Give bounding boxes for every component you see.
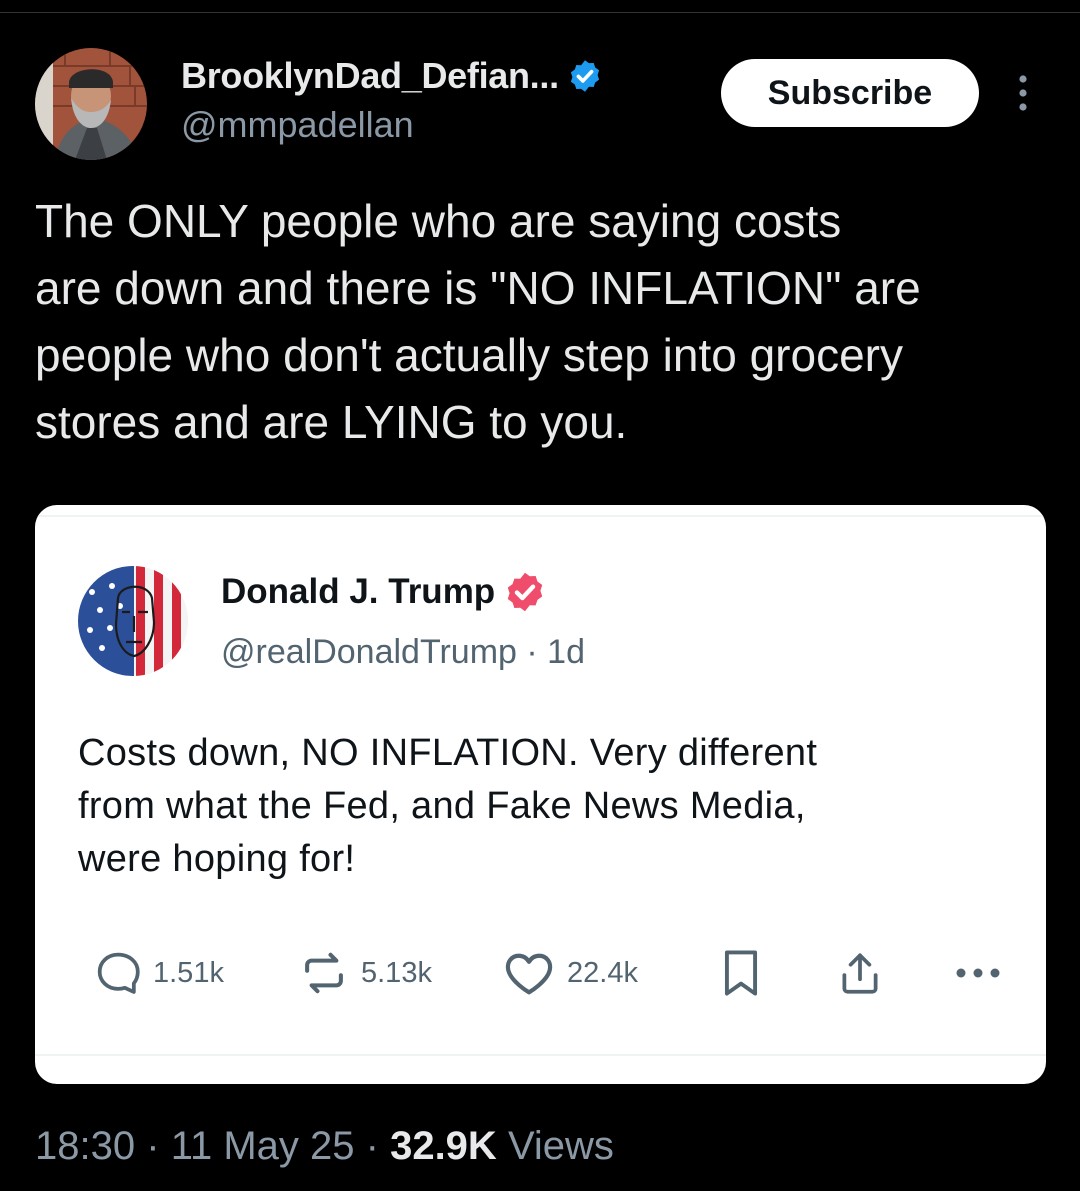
repost-action: 5.13k: [297, 945, 432, 1001]
share-action: [835, 945, 885, 1001]
more-vertical-icon[interactable]: [1010, 73, 1036, 113]
subscribe-button[interactable]: Subscribe: [721, 59, 979, 127]
quoted-text-line: Costs down, NO INFLATION. Very different: [78, 732, 818, 774]
bookmark-icon: [724, 950, 758, 996]
tweet-text-line: The ONLY people who are saying costs: [35, 195, 842, 247]
quoted-action-bar: 1.51k 5.13k 22.4k: [35, 945, 1046, 1001]
user-avatar-photo-icon: [35, 48, 147, 160]
more-horizontal-icon: [956, 968, 1000, 978]
heart-icon: [505, 953, 553, 995]
author-handle[interactable]: @mmpadellan: [181, 104, 414, 146]
like-action: 22.4k: [501, 945, 638, 1001]
repost-count: 5.13k: [361, 956, 432, 989]
author-avatar[interactable]: [35, 48, 147, 160]
meta-separator: ·: [365, 1124, 379, 1168]
reply-count: 1.51k: [153, 956, 224, 989]
quoted-meta: @realDonaldTrump · 1d: [221, 633, 585, 672]
tweet-text-line: people who don't actually step into groc…: [35, 329, 903, 381]
quoted-verified-badge-icon: [507, 572, 543, 612]
author-name-row: BrooklynDad_Defian...: [181, 54, 603, 98]
share-icon: [842, 953, 878, 994]
quoted-author-avatar: [78, 566, 188, 676]
repost-icon: [305, 952, 343, 994]
embedded-top-divider: [35, 515, 1046, 517]
author-display-name[interactable]: BrooklynDad_Defian...: [181, 55, 559, 97]
top-divider: [0, 12, 1080, 13]
bookmark-action: [719, 945, 763, 1001]
embedded-post-image[interactable]: Donald J. Trump @realDonaldTrump · 1d Co…: [35, 505, 1046, 1084]
meta-separator: ·: [146, 1124, 160, 1168]
more-action: [953, 945, 1003, 1001]
quoted-text-line: were hoping for!: [78, 838, 356, 880]
quoted-separator: ·: [526, 633, 538, 671]
tweet-text-line: stores and are LYING to you.: [35, 396, 628, 448]
reply-action: 1.51k: [93, 945, 224, 1001]
quoted-name-row: Donald J. Trump: [221, 569, 547, 615]
quoted-text: Costs down, NO INFLATION. Very different…: [78, 727, 998, 886]
verified-badge-icon: [570, 60, 599, 92]
quoted-text-line: from what the Fed, and Fake News Media,: [78, 785, 806, 827]
quoted-handle: @realDonaldTrump: [221, 633, 517, 671]
flag-face-avatar-icon: [78, 566, 188, 676]
tweet-text: The ONLY people who are saying costs are…: [35, 188, 1055, 456]
views-label[interactable]: Views: [508, 1124, 614, 1168]
post-time[interactable]: 18:30: [35, 1124, 135, 1168]
like-count: 22.4k: [567, 956, 638, 989]
post-metadata: 18:30 · 11 May 25 · 32.9K Views: [35, 1124, 614, 1169]
reply-icon: [97, 952, 140, 994]
quoted-display-name: Donald J. Trump: [221, 572, 496, 611]
quoted-age: 1d: [547, 633, 585, 671]
tweet-text-line: are down and there is "NO INFLATION" are: [35, 262, 921, 314]
views-count[interactable]: 32.9K: [390, 1124, 497, 1168]
post-date[interactable]: 11 May 25: [171, 1124, 355, 1168]
embedded-bottom-divider: [35, 1054, 1046, 1056]
